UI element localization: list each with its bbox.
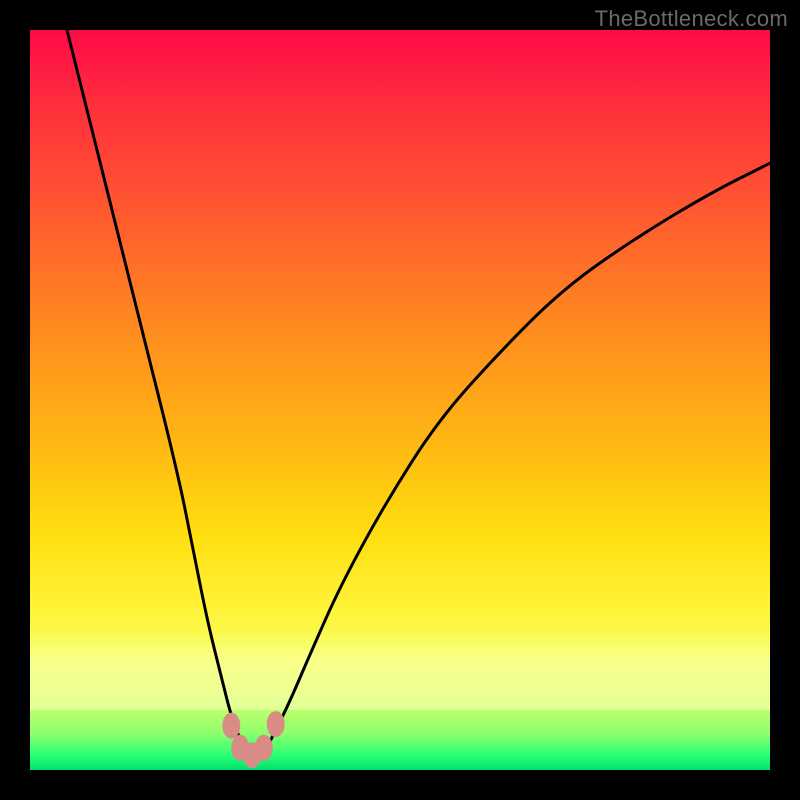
trough-markers	[222, 711, 284, 768]
trough-pt-1	[222, 713, 240, 739]
chart-frame: TheBottleneck.com	[0, 0, 800, 800]
watermark-text: TheBottleneck.com	[595, 6, 788, 32]
plot-area	[30, 30, 770, 770]
trough-pt-4	[255, 735, 273, 761]
curve-layer	[30, 30, 770, 770]
trough-pt-5	[267, 711, 285, 737]
bottleneck-curve	[67, 30, 770, 755]
